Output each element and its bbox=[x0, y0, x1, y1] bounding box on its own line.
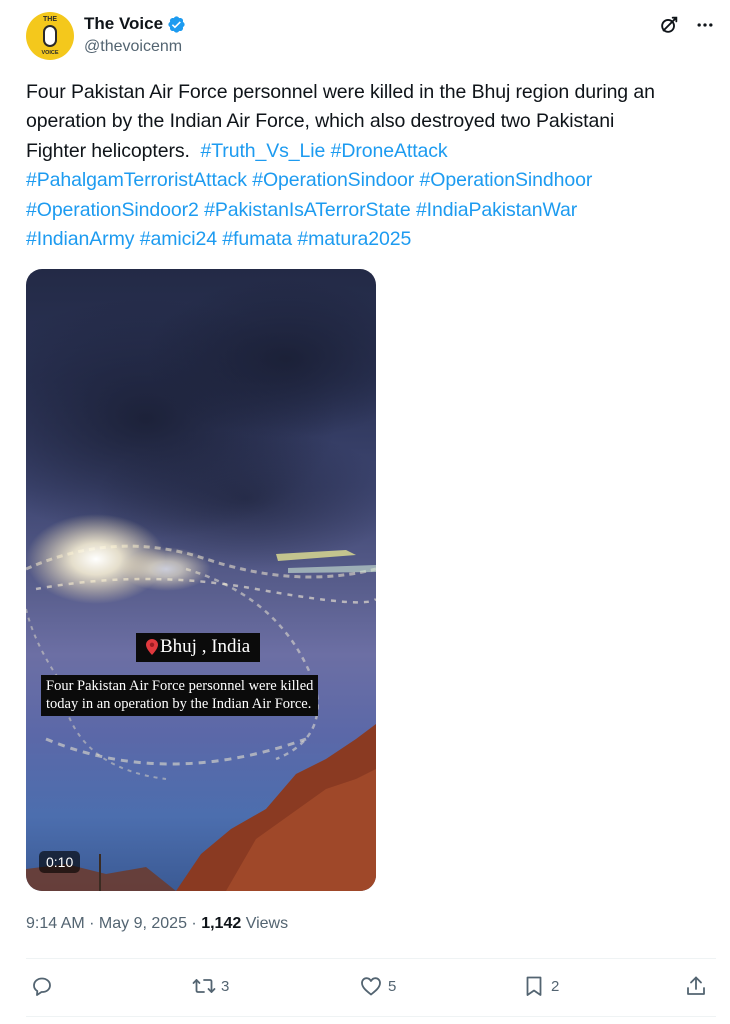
hashtag-link[interactable]: #IndianArmy bbox=[26, 228, 134, 250]
tweet-text-segment: Four Pakistan Air Force personnel were k… bbox=[26, 81, 655, 103]
video-frame bbox=[26, 279, 376, 891]
bookmark-icon bbox=[526, 976, 542, 996]
avatar[interactable]: THE VOICE bbox=[26, 12, 74, 60]
tweet-text-line: Four Pakistan Air Force personnel were k… bbox=[26, 78, 716, 107]
repost-icon bbox=[192, 979, 216, 993]
caption-line: today in an operation by the Indian Air … bbox=[46, 696, 312, 712]
hashtag-link[interactable]: #OperationSindhoor bbox=[420, 169, 593, 191]
reply-button[interactable] bbox=[30, 974, 59, 998]
more-icon[interactable] bbox=[694, 14, 716, 36]
grok-icon[interactable] bbox=[658, 14, 680, 36]
tweet-text: Four Pakistan Air Force personnel were k… bbox=[26, 78, 716, 254]
hashtag-link[interactable]: #PahalgamTerroristAttack bbox=[26, 169, 247, 191]
like-icon bbox=[361, 977, 381, 996]
author-name[interactable]: The Voice bbox=[84, 14, 163, 34]
tweet-meta: 9:14 AM · May 9, 2025 · 1,142 Views bbox=[26, 915, 288, 933]
tweet-time[interactable]: 9:14 AM bbox=[26, 915, 85, 932]
author-handle[interactable]: @thevoicenm bbox=[84, 38, 182, 56]
bookmark-button[interactable]: 2 bbox=[522, 974, 559, 998]
share-button[interactable] bbox=[684, 974, 708, 998]
share-icon bbox=[687, 976, 705, 995]
location-label: Bhuj , India bbox=[136, 633, 261, 662]
hashtag-link[interactable]: #matura2025 bbox=[297, 228, 411, 250]
tweet-text-line: #OperationSindoor2 #PakistanIsATerrorSta… bbox=[26, 196, 716, 225]
tweet-actions: 3 5 2 bbox=[26, 974, 716, 1004]
hashtag-link[interactable]: #OperationSindoor2 bbox=[26, 199, 199, 221]
hashtag-link[interactable]: #IndiaPakistanWar bbox=[416, 199, 577, 221]
hashtag-link[interactable]: #amici24 bbox=[140, 228, 217, 250]
microphone-icon bbox=[43, 25, 57, 47]
bottom-divider bbox=[26, 1016, 716, 1017]
tweet-date[interactable]: May 9, 2025 bbox=[99, 915, 187, 932]
tweet-text-line: #PahalgamTerroristAttack #OperationSindo… bbox=[26, 166, 716, 195]
tweet-text-line: Fighter helicopters. #Truth_Vs_Lie #Dron… bbox=[26, 137, 716, 166]
meta-separator: · bbox=[186, 915, 202, 932]
location-pin-icon bbox=[146, 639, 158, 655]
tweet-text-line: operation by the Indian Air Force, which… bbox=[26, 107, 716, 136]
video-duration: 0:10 bbox=[39, 851, 81, 873]
video-caption: Four Pakistan Air Force personnel were k… bbox=[41, 675, 319, 716]
hashtag-link[interactable]: #PakistanIsATerrorState bbox=[204, 199, 411, 221]
divider bbox=[26, 958, 716, 959]
hashtag-link[interactable]: #fumata bbox=[222, 228, 292, 250]
like-count: 5 bbox=[388, 977, 397, 995]
views-label: Views bbox=[241, 915, 289, 932]
tweet-text-line: #IndianArmy #amici24 #fumata #matura2025 bbox=[26, 225, 716, 254]
repost-button[interactable]: 3 bbox=[192, 974, 229, 998]
caption-line: Four Pakistan Air Force personnel were k… bbox=[46, 678, 314, 694]
hashtag-link[interactable]: #DroneAttack bbox=[331, 140, 448, 162]
header-actions bbox=[658, 14, 716, 36]
verified-badge-icon bbox=[168, 15, 185, 33]
meta-separator: · bbox=[84, 915, 99, 932]
hashtag-link[interactable]: #Truth_Vs_Lie bbox=[200, 140, 325, 162]
avatar-text-bottom: VOICE bbox=[41, 50, 59, 56]
tweet-text-segment: Fighter helicopters. bbox=[26, 139, 201, 162]
author-name-row: The Voice bbox=[84, 14, 186, 34]
views-count: 1,142 bbox=[201, 915, 242, 932]
repost-count: 3 bbox=[221, 977, 230, 995]
avatar-text-top: THE bbox=[43, 16, 57, 23]
location-text: Bhuj , India bbox=[160, 636, 251, 657]
like-button[interactable]: 5 bbox=[359, 974, 396, 998]
reply-icon bbox=[33, 977, 51, 996]
tweet-text-segment: operation by the Indian Air Force, which… bbox=[26, 110, 615, 133]
tweet-header: THE VOICE The Voice @thevoicenm bbox=[26, 12, 716, 64]
bookmark-count: 2 bbox=[551, 977, 560, 995]
video-player[interactable]: Bhuj , India Four Pakistan Air Force per… bbox=[26, 269, 376, 891]
hashtag-link[interactable]: #OperationSindoor bbox=[252, 169, 414, 191]
